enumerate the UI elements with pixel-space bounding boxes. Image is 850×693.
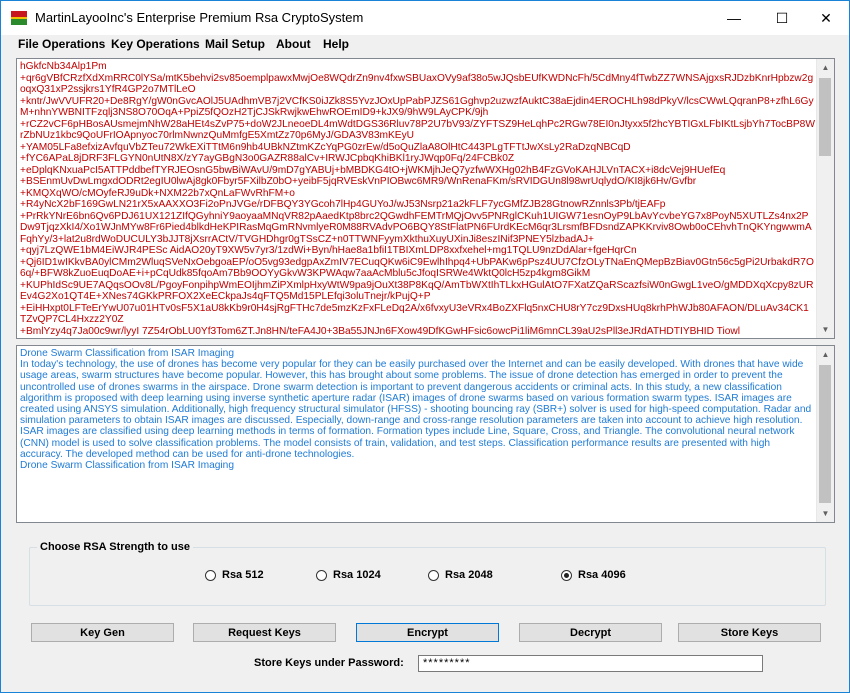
radio-circle-icon[interactable] bbox=[316, 569, 327, 581]
encrypt-button[interactable]: Encrypt bbox=[356, 623, 499, 642]
key-gen-button[interactable]: Key Gen bbox=[31, 623, 174, 642]
plaintext-title-line: Drone Swarm Classification from ISAR Ima… bbox=[20, 348, 235, 359]
menu-bar: File Operations Key Operations Mail Setu… bbox=[1, 35, 849, 55]
ciphertext-textbox[interactable]: hGkfcNb34Alp1Pm +qr6gVBfCRzfXdXmRRC0lYSa… bbox=[16, 58, 835, 339]
scroll-thumb[interactable] bbox=[819, 78, 831, 156]
password-label: Store Keys under Password: bbox=[254, 657, 404, 669]
close-button[interactable]: ✕ bbox=[803, 1, 849, 35]
scroll-down-arrow-icon[interactable]: ▼ bbox=[817, 321, 834, 338]
plaintext-textbox[interactable]: Drone Swarm Classification from ISAR Ima… bbox=[16, 345, 835, 523]
title-bar[interactable]: MartinLayooInc's Enterprise Premium Rsa … bbox=[1, 1, 849, 35]
scroll-up-arrow-icon[interactable]: ▲ bbox=[817, 346, 834, 363]
request-keys-button[interactable]: Request Keys bbox=[193, 623, 336, 642]
plaintext-body: In today's technology, the use of drones… bbox=[20, 359, 812, 460]
window-title: MartinLayooInc's Enterprise Premium Rsa … bbox=[35, 10, 364, 25]
maximize-button[interactable]: ☐ bbox=[759, 1, 805, 35]
rsa-strength-label: Choose RSA Strength to use bbox=[37, 541, 193, 553]
radio-label: Rsa 4096 bbox=[578, 569, 626, 581]
scroll-up-arrow-icon[interactable]: ▲ bbox=[817, 59, 834, 76]
scroll-down-arrow-icon[interactable]: ▼ bbox=[817, 505, 834, 522]
radio-rsa-1024[interactable]: Rsa 1024 bbox=[316, 569, 381, 581]
password-field[interactable]: ********* bbox=[418, 655, 763, 672]
radio-circle-icon[interactable] bbox=[428, 569, 439, 581]
radio-label: Rsa 2048 bbox=[445, 569, 493, 581]
ciphertext-content: hGkfcNb34Alp1Pm +qr6gVBfCRzfXdXmRRC0lYSa… bbox=[20, 61, 815, 337]
minimize-button[interactable]: — bbox=[711, 1, 757, 35]
plaintext-content: Drone Swarm Classification from ISAR Ima… bbox=[20, 348, 815, 471]
radio-circle-selected-icon[interactable] bbox=[561, 569, 572, 581]
ciphertext-scrollbar[interactable]: ▲ ▼ bbox=[816, 59, 834, 338]
menu-about[interactable]: About bbox=[276, 37, 311, 51]
plaintext-scrollbar[interactable]: ▲ ▼ bbox=[816, 346, 834, 522]
store-keys-button[interactable]: Store Keys bbox=[678, 623, 821, 642]
radio-label: Rsa 1024 bbox=[333, 569, 381, 581]
menu-key-operations[interactable]: Key Operations bbox=[111, 37, 200, 51]
radio-circle-icon[interactable] bbox=[205, 569, 216, 581]
menu-mail-setup[interactable]: Mail Setup bbox=[205, 37, 265, 51]
app-window: MartinLayooInc's Enterprise Premium Rsa … bbox=[0, 0, 850, 693]
radio-rsa-512[interactable]: Rsa 512 bbox=[205, 569, 264, 581]
menu-file-operations[interactable]: File Operations bbox=[18, 37, 105, 51]
decrypt-button[interactable]: Decrypt bbox=[519, 623, 662, 642]
radio-label: Rsa 512 bbox=[222, 569, 264, 581]
plaintext-footer-line: Drone Swarm Classification from ISAR Ima… bbox=[20, 460, 235, 472]
app-flag-icon bbox=[11, 11, 27, 25]
scroll-thumb[interactable] bbox=[819, 365, 831, 503]
menu-help[interactable]: Help bbox=[323, 37, 349, 51]
radio-rsa-4096[interactable]: Rsa 4096 bbox=[561, 569, 626, 581]
radio-rsa-2048[interactable]: Rsa 2048 bbox=[428, 569, 493, 581]
